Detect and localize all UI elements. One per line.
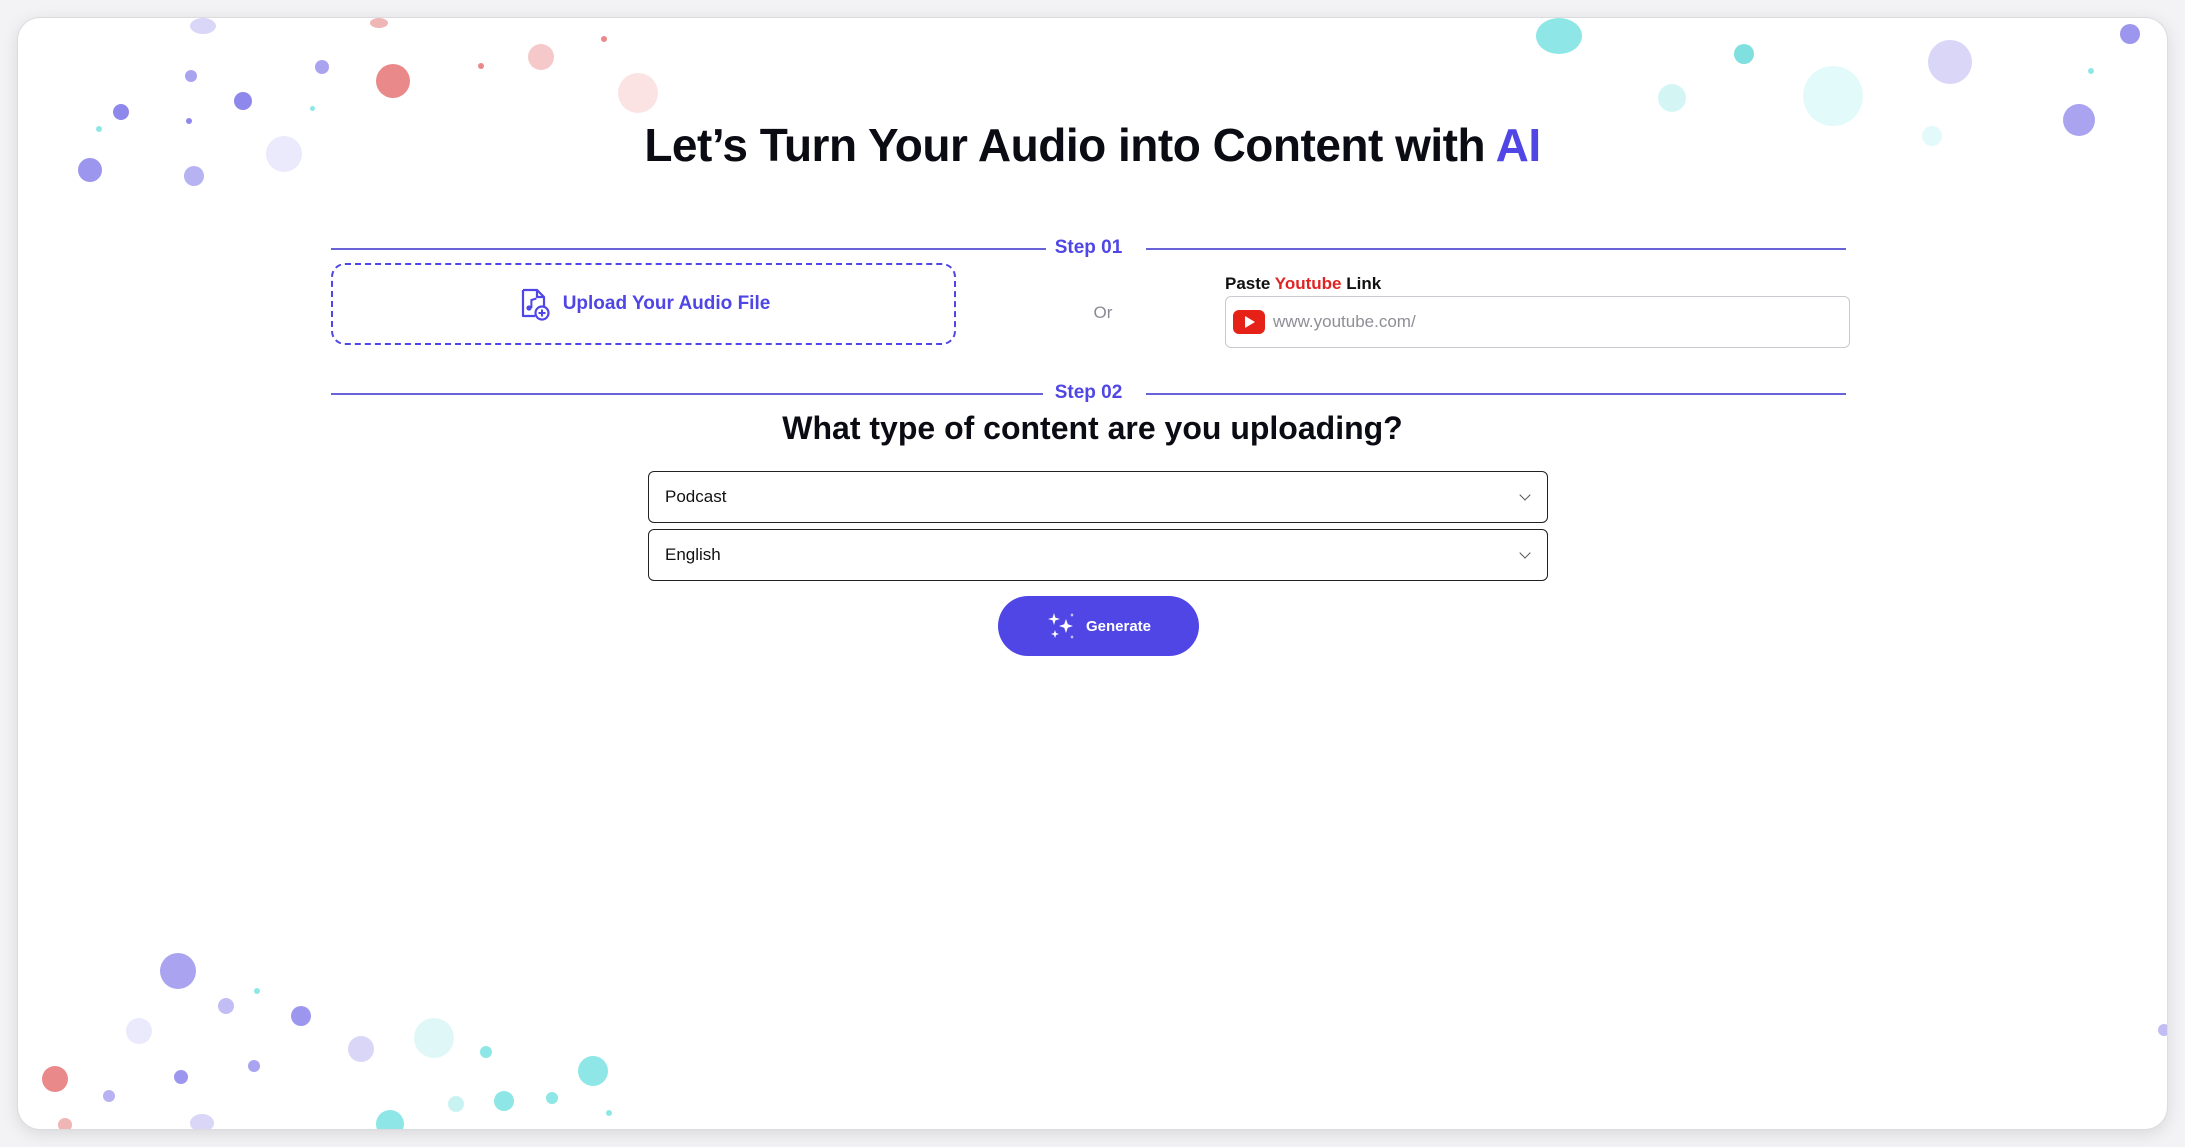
chevron-down-icon <box>1519 489 1531 501</box>
youtube-link-input[interactable] <box>1273 312 1849 332</box>
youtube-caption-prefix: Paste <box>1225 274 1275 293</box>
app-window: Let’s Turn Your Audio into Content with … <box>18 18 2167 1129</box>
youtube-caption-suffix: Link <box>1341 274 1382 293</box>
step-02-divider: Step 02 <box>331 378 1846 408</box>
music-file-upload-icon <box>521 288 550 321</box>
sparkles-icon <box>1047 613 1074 639</box>
youtube-icon <box>1233 310 1265 334</box>
youtube-caption-accent: Youtube <box>1274 274 1342 293</box>
youtube-link-caption: Paste Youtube Link <box>1225 274 1381 294</box>
generate-button[interactable]: Generate <box>998 596 1199 656</box>
youtube-link-field <box>1225 296 1850 348</box>
language-select[interactable]: English <box>648 529 1548 581</box>
step-01-divider: Step 01 <box>331 233 1846 263</box>
divider-line-right <box>1146 248 1846 250</box>
content-type-select[interactable]: Podcast <box>648 471 1548 523</box>
content-type-value: Podcast <box>665 487 727 506</box>
page-title: Let’s Turn Your Audio into Content with … <box>18 118 2167 172</box>
divider-line-right <box>1146 393 1846 395</box>
generate-label: Generate <box>1085 617 1152 635</box>
language-value: English <box>665 545 721 564</box>
page-title-text: Let’s Turn Your Audio into Content with <box>644 119 1496 171</box>
page-title-accent: AI <box>1495 119 1542 171</box>
upload-audio-dropzone[interactable]: Upload Your Audio File <box>331 263 956 345</box>
chevron-down-icon <box>1519 547 1531 559</box>
content-type-question: What type of content are you uploading? <box>782 410 1403 446</box>
or-separator: Or <box>1093 303 1113 322</box>
upload-audio-label: Upload Your Audio File <box>562 293 771 314</box>
